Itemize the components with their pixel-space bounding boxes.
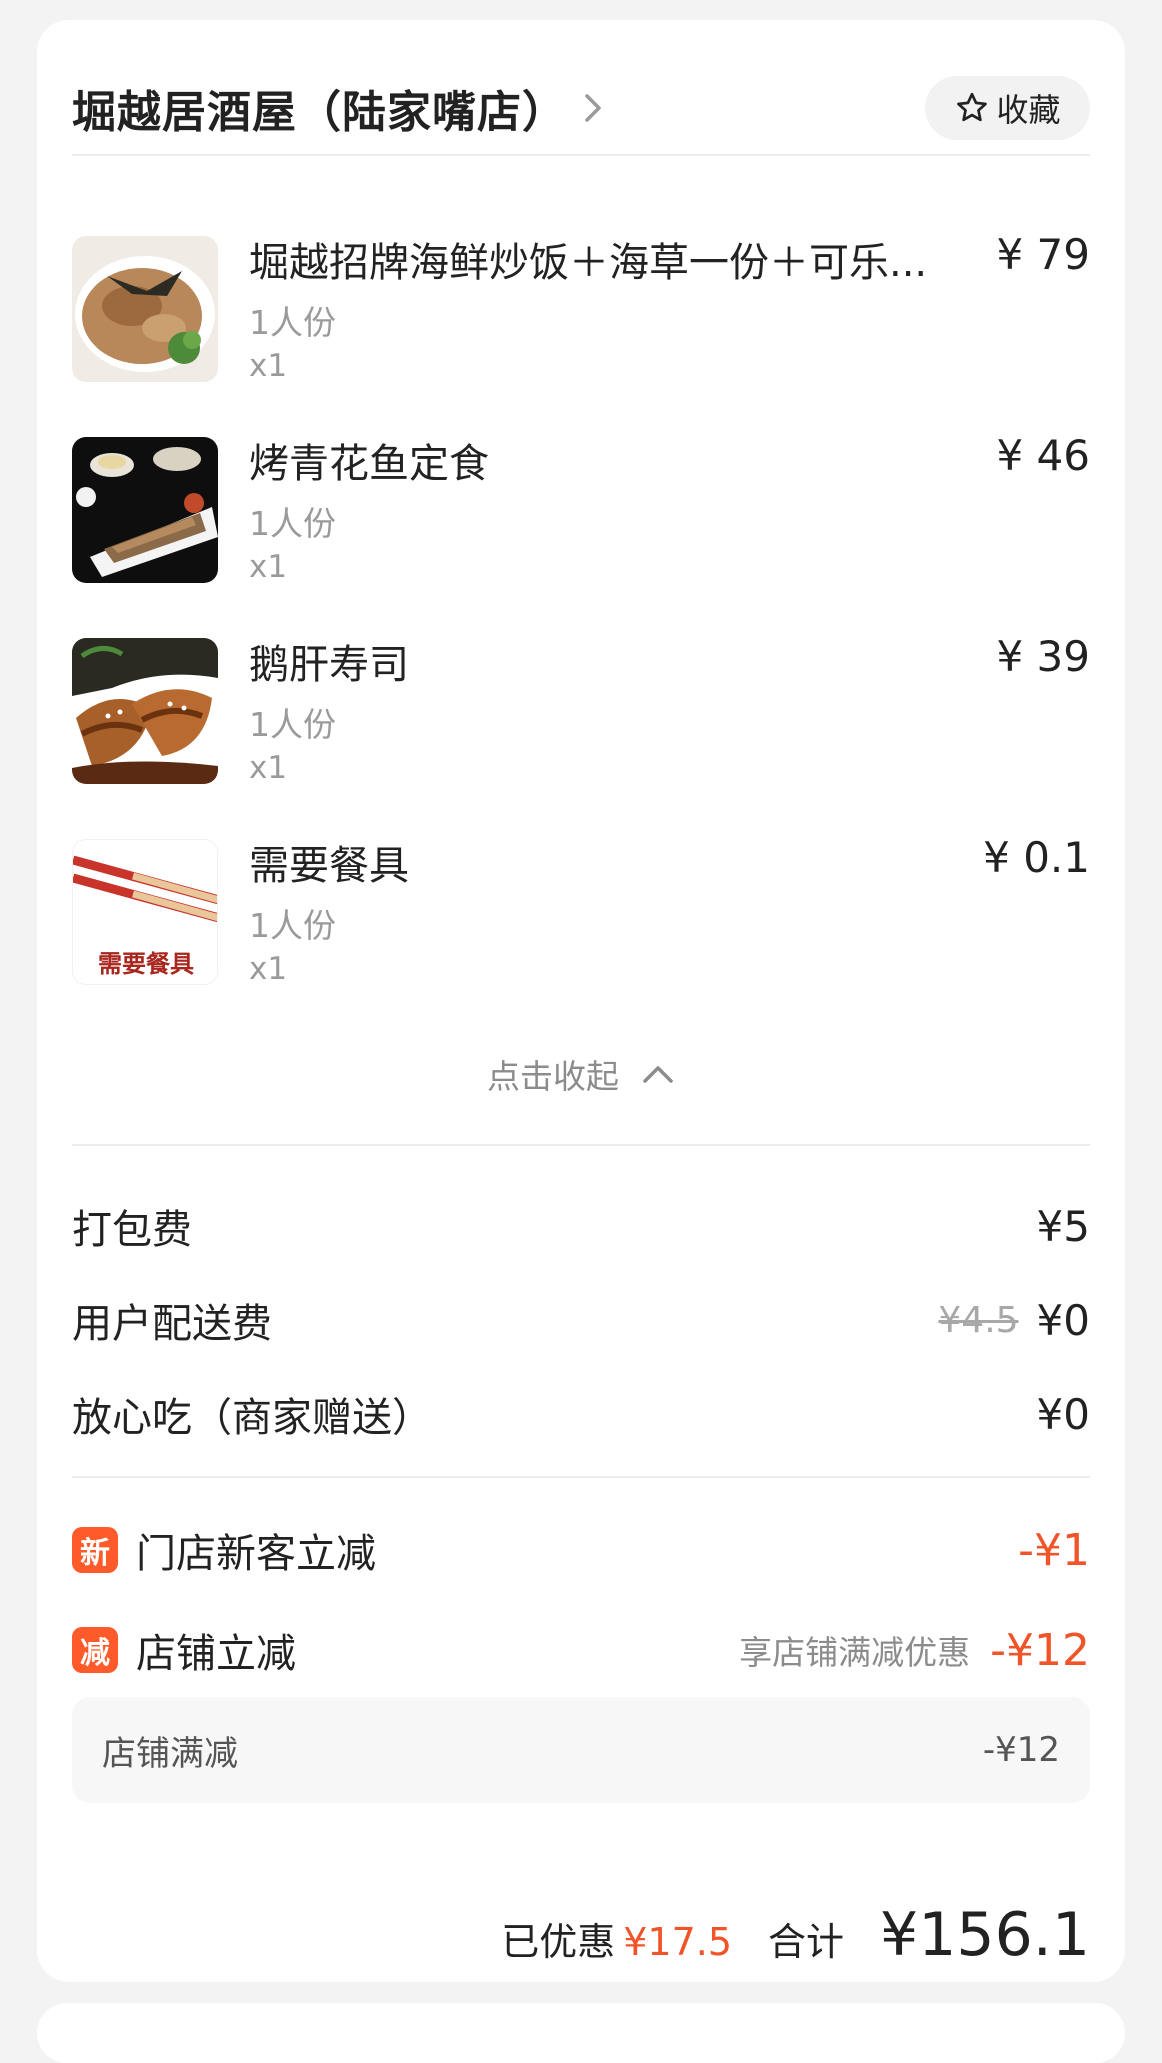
shop-name: 堀越居酒屋（陆家嘴店）	[72, 87, 567, 138]
delivery-fee-row: 用户配送费 ¥4.5 ¥0	[72, 1290, 1090, 1350]
list-item[interactable]: 堀越招牌海鲜炒饭＋海草一份＋可乐... ¥ 79 1人份 x1	[72, 216, 1090, 417]
favorite-button[interactable]: 收藏	[925, 76, 1090, 140]
shop-discount-label: 店铺立减	[136, 1631, 296, 1677]
item-name: 鹅肝寿司	[249, 642, 409, 688]
assurance-value: ¥0	[1036, 1389, 1090, 1439]
packing-fee-value: ¥5	[1036, 1201, 1090, 1251]
item-price: ¥ 46	[996, 431, 1090, 480]
divider	[72, 1144, 1090, 1146]
item-spec: 1人份	[249, 705, 336, 744]
saved-value: ¥17.5	[623, 1920, 733, 1964]
full-reduction-label: 店铺满减	[102, 1733, 238, 1774]
shop-discount-note: 享店铺满减优惠	[739, 1633, 971, 1672]
next-card	[37, 2003, 1125, 2063]
full-reduction-detail: 店铺满减 -¥12	[72, 1697, 1090, 1803]
item-qty: x1	[249, 951, 288, 987]
packing-fee-label: 打包费	[72, 1207, 192, 1253]
item-price: ¥ 39	[996, 632, 1090, 681]
item-list: 堀越招牌海鲜炒饭＋海草一份＋可乐... ¥ 79 1人份 x1 烤青花鱼定食 ¥…	[72, 216, 1090, 1020]
shop-discount-value: -¥12	[990, 1624, 1090, 1676]
chevron-right-icon	[585, 94, 601, 122]
discount-tag-badge: 减	[72, 1627, 118, 1673]
item-name: 堀越招牌海鲜炒饭＋海草一份＋可乐...	[249, 240, 928, 286]
delivery-fee-label: 用户配送费	[72, 1301, 272, 1347]
item-name: 烤青花鱼定食	[249, 441, 489, 487]
item-qty: x1	[249, 348, 288, 384]
new-customer-value: -¥1	[1018, 1524, 1090, 1576]
divider	[72, 1476, 1090, 1478]
fried-rice-image	[72, 236, 218, 382]
chevron-up-icon	[643, 1066, 673, 1083]
item-spec: 1人份	[249, 504, 336, 543]
utensils-image-text: 需要餐具	[98, 949, 194, 978]
list-item[interactable]: 需要餐具 需要餐具 ¥ 0.1 1人份 x1	[72, 819, 1090, 1020]
assurance-row: 放心吃（商家赠送） ¥0	[72, 1384, 1090, 1444]
collapse-label: 点击收起	[487, 1057, 619, 1096]
new-tag-badge: 新	[72, 1527, 118, 1573]
shop-discount-row: 减 店铺立减 享店铺满减优惠 -¥12	[72, 1618, 1090, 1682]
delivery-fee-original: ¥4.5	[938, 1299, 1019, 1341]
list-item[interactable]: 鹅肝寿司 ¥ 39 1人份 x1	[72, 618, 1090, 819]
total-label: 合计	[768, 1920, 845, 1964]
item-spec: 1人份	[249, 303, 336, 342]
grilled-mackerel-image	[72, 437, 218, 583]
list-item[interactable]: 烤青花鱼定食 ¥ 46 1人份 x1	[72, 417, 1090, 618]
foie-gras-sushi-image	[72, 638, 218, 784]
item-name: 需要餐具	[249, 843, 409, 889]
delivery-fee-value: ¥0	[1036, 1295, 1090, 1345]
new-customer-label: 门店新客立减	[136, 1531, 376, 1577]
order-card: 堀越居酒屋（陆家嘴店） 收藏 堀越招牌海鲜炒饭＋海草一份＋可乐... ¥ 79 …	[37, 20, 1125, 1982]
new-customer-promo-row: 新 门店新客立减 -¥1	[72, 1518, 1090, 1582]
assurance-label: 放心吃（商家赠送）	[72, 1395, 432, 1441]
order-summary: 已优惠 ¥17.5 合计 ¥156.1	[501, 1900, 1090, 1970]
item-price: ¥ 79	[996, 230, 1090, 279]
shop-header: 堀越居酒屋（陆家嘴店） 收藏	[72, 58, 1090, 158]
divider	[72, 154, 1090, 156]
star-icon	[957, 92, 988, 122]
full-reduction-value: -¥12	[982, 1730, 1060, 1770]
saved-label: 已优惠	[501, 1920, 616, 1964]
packing-fee-row: 打包费 ¥5	[72, 1196, 1090, 1256]
item-qty: x1	[249, 549, 288, 585]
total-value: ¥156.1	[880, 1900, 1090, 1970]
delivery-fee-value-wrap: ¥4.5 ¥0	[938, 1296, 1090, 1345]
item-qty: x1	[249, 750, 288, 786]
item-price: ¥ 0.1	[983, 833, 1090, 882]
item-spec: 1人份	[249, 906, 336, 945]
collapse-toggle[interactable]: 点击收起	[37, 1050, 1125, 1098]
shop-link[interactable]: 堀越居酒屋（陆家嘴店）	[72, 76, 607, 140]
favorite-label: 收藏	[996, 91, 1061, 129]
utensils-image: 需要餐具	[72, 839, 218, 985]
